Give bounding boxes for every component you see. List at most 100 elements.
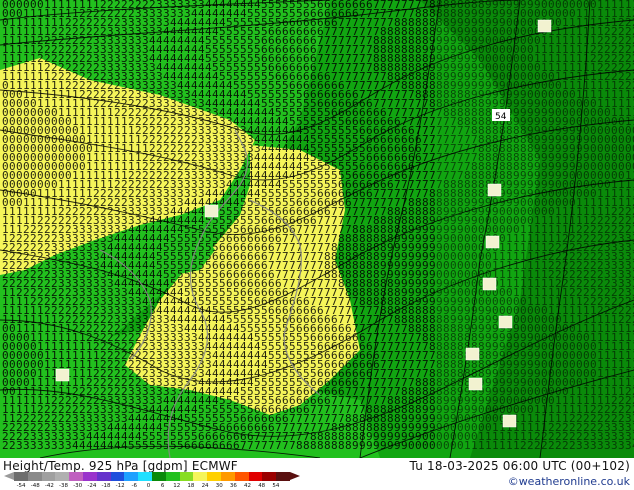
height-digit: 0 <box>443 439 450 452</box>
height-digit: 3 <box>23 439 30 452</box>
map-title: Height/Temp. 925 hPa [gdpm] ECMWF <box>3 459 238 473</box>
height-digit: 2 <box>527 439 534 452</box>
colorbar-tick: 48 <box>258 483 265 489</box>
height-digit: 0 <box>422 439 429 452</box>
height-digit: 3 <box>58 439 65 452</box>
station-box <box>502 414 517 428</box>
height-digit: 4 <box>72 439 79 452</box>
height-digit: 8 <box>310 439 317 452</box>
height-digit: 6 <box>226 439 233 452</box>
height-digit: 1 <box>506 439 513 452</box>
colorbar-segment <box>55 472 70 481</box>
colorbar-segment <box>165 472 180 481</box>
height-digit: 4 <box>114 439 121 452</box>
height-digit: 2 <box>562 439 569 452</box>
colorbar-segment <box>276 472 290 481</box>
height-digit: 4 <box>93 439 100 452</box>
height-digit: 1 <box>485 439 492 452</box>
height-digit: 8 <box>317 439 324 452</box>
valid-time: Tu 18-03-2025 06:00 UTC (00+102) <box>410 459 630 473</box>
colorbar-tick: 36 <box>230 483 237 489</box>
colorbar-tick: -12 <box>116 483 125 489</box>
height-digit: 2 <box>548 439 555 452</box>
height-digit: 5 <box>128 439 135 452</box>
colorbar <box>14 472 290 481</box>
height-digit: 7 <box>289 439 296 452</box>
colorbar-tick: -38 <box>59 483 68 489</box>
colorbar-segment <box>220 472 235 481</box>
station-box <box>468 377 483 391</box>
station-box <box>498 315 513 329</box>
colorbar-segment <box>110 472 125 481</box>
height-digit: 6 <box>198 439 205 452</box>
height-digit: 5 <box>135 439 142 452</box>
height-digit: 5 <box>156 439 163 452</box>
height-digit: 0 <box>415 439 422 452</box>
height-digit: 7 <box>282 439 289 452</box>
height-digit: 8 <box>303 439 310 452</box>
height-digit: 8 <box>338 439 345 452</box>
height-digit: 9 <box>352 439 359 452</box>
height-digit: 0 <box>429 439 436 452</box>
colorbar-tick: 18 <box>187 483 194 489</box>
height-digit: 1 <box>471 439 478 452</box>
height-digit: 1 <box>464 439 471 452</box>
colorbar-segment <box>234 472 249 481</box>
height-digit: 5 <box>149 439 156 452</box>
colorbar-tick: 24 <box>202 483 209 489</box>
colorbar-tick: 30 <box>216 483 223 489</box>
height-digit: 3 <box>625 439 632 452</box>
credit-link[interactable]: ©weatheronline.co.uk <box>508 475 630 488</box>
colorbar-tick: -30 <box>73 483 82 489</box>
colorbar-segment <box>124 472 139 481</box>
colorbar-right-arrow <box>290 472 300 480</box>
colorbar-tick: 54 <box>272 483 279 489</box>
colorbar-segment <box>207 472 221 481</box>
map-panel: 0000001111111122222222333333344444444555… <box>0 0 634 458</box>
height-digit: 4 <box>79 439 86 452</box>
height-digit: 4 <box>100 439 107 452</box>
height-digit: 1 <box>492 439 499 452</box>
colorbar-tick: -6 <box>132 483 137 489</box>
height-digit: 9 <box>373 439 380 452</box>
colorbar-segment <box>69 472 83 481</box>
height-digit: 6 <box>212 439 219 452</box>
colorbar-tick: -42 <box>45 483 54 489</box>
height-digit: 0 <box>457 439 464 452</box>
colorbar-segment <box>262 472 277 481</box>
weather-map: 0000001111111122222222333333344444444555… <box>0 0 634 458</box>
footer: Height/Temp. 925 hPa [gdpm] ECMWF Tu 18-… <box>0 458 634 490</box>
station-box <box>204 204 219 218</box>
colorbar-tick: 12 <box>173 483 180 489</box>
height-digit: 9 <box>366 439 373 452</box>
height-digit: 1 <box>499 439 506 452</box>
height-digit: 9 <box>394 439 401 452</box>
station-box <box>482 277 497 291</box>
height-digit: 2 <box>555 439 562 452</box>
colorbar-segment <box>41 472 56 481</box>
colorbar-tick: -48 <box>31 483 40 489</box>
station-box <box>537 19 552 33</box>
height-digit: 2 <box>569 439 576 452</box>
height-digit: 0 <box>408 439 415 452</box>
height-digit: 2 <box>2 439 9 452</box>
colorbar-tick: -54 <box>17 483 26 489</box>
colorbar-tick: 42 <box>244 483 251 489</box>
height-digit: 4 <box>107 439 114 452</box>
colorbar-segment <box>179 472 194 481</box>
colorbar-segment <box>248 472 263 481</box>
height-digit: 6 <box>205 439 212 452</box>
height-digit: 2 <box>520 439 527 452</box>
height-digit: 3 <box>583 439 590 452</box>
colorbar-ticks: -54 -48 -42 -38 -30 -24 -18 -12 -6 0 6 12 18 24 30 36 42… <box>14 483 304 490</box>
height-digit: 5 <box>170 439 177 452</box>
height-digit: 0 <box>436 439 443 452</box>
height-digit: 3 <box>611 439 618 452</box>
map-labels: 54 <box>492 109 510 122</box>
height-digit: 5 <box>177 439 184 452</box>
station-box <box>487 183 502 197</box>
height-digit: 2 <box>9 439 16 452</box>
height-digit: 3 <box>37 439 44 452</box>
height-digit: 2 <box>534 439 541 452</box>
height-digit: 8 <box>324 439 331 452</box>
